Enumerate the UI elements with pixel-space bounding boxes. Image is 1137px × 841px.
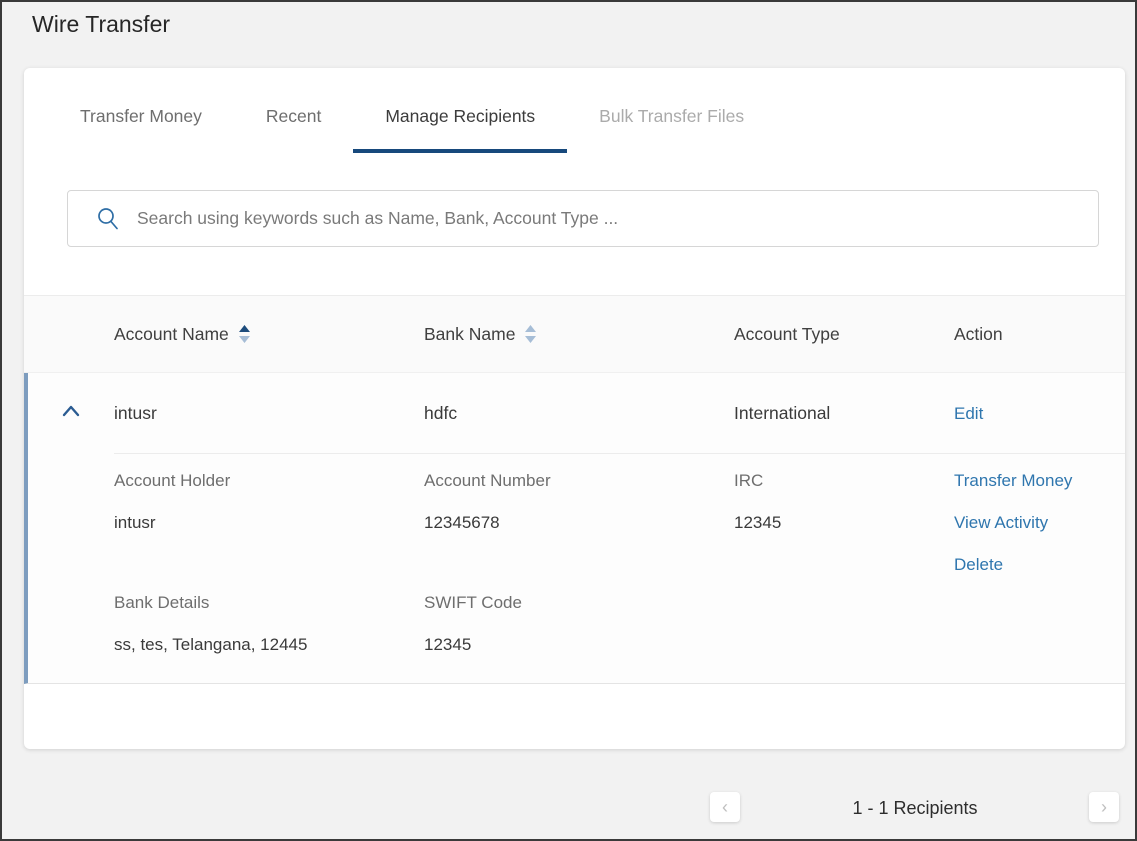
bank-details-value: ss, tes, Telangana, 12445	[114, 635, 424, 655]
chevron-right-icon: ›	[1101, 797, 1107, 817]
bank-details-label: Bank Details	[114, 593, 424, 613]
tab-recent[interactable]: Recent	[234, 92, 353, 153]
irc-label: IRC	[734, 471, 954, 491]
search-box[interactable]	[67, 190, 1099, 247]
account-number-value: 12345678	[424, 513, 734, 533]
details-row-1: Account Holder intusr Account Number 123…	[28, 471, 1125, 575]
next-page-button[interactable]: ›	[1089, 792, 1119, 822]
tab-bulk-transfer-files[interactable]: Bulk Transfer Files	[567, 92, 776, 153]
cell-bank-name: hdfc	[424, 403, 734, 424]
view-activity-link[interactable]: View Activity	[954, 513, 1125, 533]
search-icon	[96, 206, 120, 231]
sort-icon-account-name[interactable]	[238, 325, 251, 343]
tab-manage-recipients[interactable]: Manage Recipients	[353, 92, 567, 153]
collapse-row-button[interactable]	[28, 400, 114, 427]
irc-value: 12345	[734, 513, 954, 533]
screen: Wire Transfer Transfer Money Recent Mana…	[0, 0, 1137, 841]
delete-link[interactable]: Delete	[954, 555, 1125, 575]
table-header: Account Name Bank Name Account Type Acti…	[24, 295, 1125, 373]
column-header-account-type: Account Type	[734, 324, 954, 345]
recipient-row: intusr hdfc International Edit	[28, 373, 1125, 453]
account-holder-label: Account Holder	[114, 471, 424, 491]
page-title: Wire Transfer	[32, 11, 170, 38]
recipient-row-expanded: intusr hdfc International Edit Account H…	[24, 373, 1125, 684]
column-header-action: Action	[954, 324, 1125, 345]
edit-link[interactable]: Edit	[954, 404, 983, 423]
account-holder-value: intusr	[114, 513, 424, 533]
account-number-label: Account Number	[424, 471, 734, 491]
transfer-money-link[interactable]: Transfer Money	[954, 471, 1125, 491]
column-header-bank-name[interactable]: Bank Name	[424, 324, 734, 345]
column-header-account-name[interactable]: Account Name	[114, 324, 424, 345]
prev-page-button[interactable]: ‹	[710, 792, 740, 822]
sort-icon-bank-name[interactable]	[524, 325, 537, 343]
swift-code-value: 12345	[424, 635, 734, 655]
wire-transfer-card: Transfer Money Recent Manage Recipients …	[24, 68, 1125, 749]
swift-code-label: SWIFT Code	[424, 593, 734, 613]
search-input[interactable]	[137, 208, 1078, 229]
pagination-label: 1 - 1 Recipients	[762, 798, 1068, 819]
details-row-2: Bank Details ss, tes, Telangana, 12445 S…	[28, 593, 1125, 655]
tab-bar: Transfer Money Recent Manage Recipients …	[48, 92, 1125, 153]
chevron-up-icon	[59, 400, 83, 427]
row-action-links: Transfer Money View Activity Delete	[954, 471, 1125, 575]
cell-account-name: intusr	[114, 403, 424, 424]
chevron-left-icon: ‹	[722, 797, 728, 817]
tab-transfer-money[interactable]: Transfer Money	[48, 92, 234, 153]
recipient-details: Account Holder intusr Account Number 123…	[28, 454, 1125, 655]
cell-account-type: International	[734, 403, 954, 424]
